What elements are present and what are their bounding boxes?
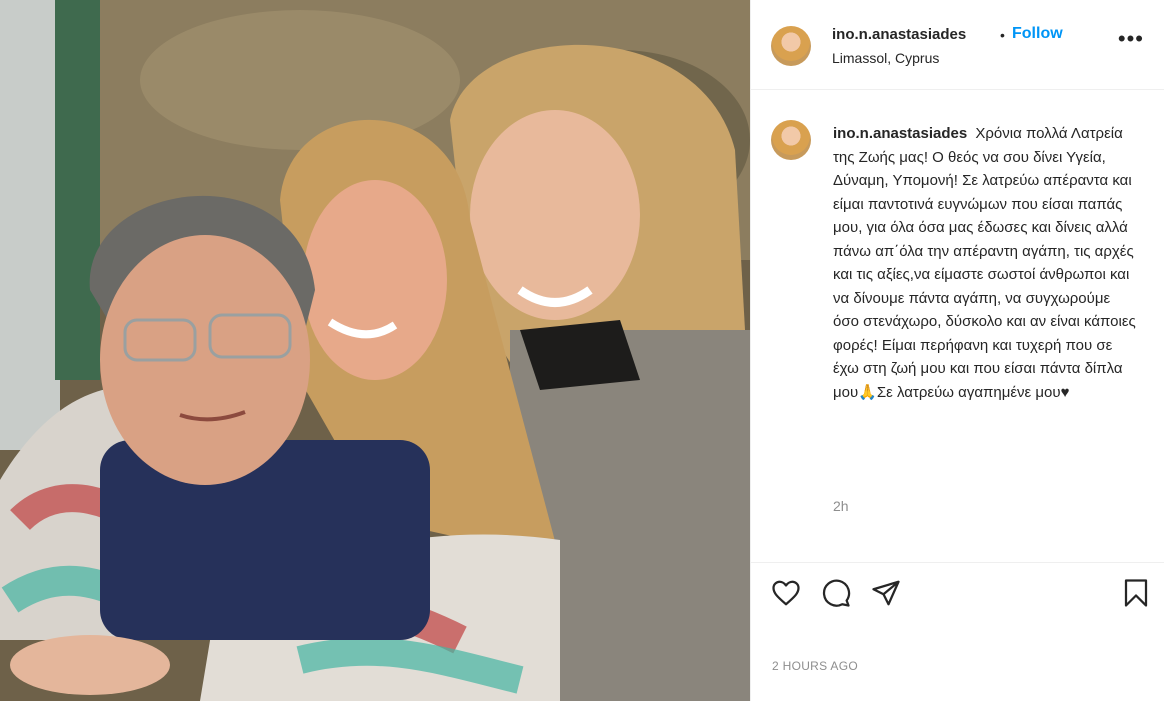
follow-button[interactable]: Follow [1012, 25, 1063, 43]
bookmark-icon[interactable] [1121, 578, 1151, 608]
comment-icon[interactable] [821, 578, 851, 608]
more-options-icon[interactable]: ••• [1118, 28, 1144, 50]
caption-timestamp[interactable]: 2h [833, 498, 849, 514]
instagram-post: ino.n.anastasiades • Follow Limassol, Cy… [0, 0, 1164, 701]
post-photo[interactable] [0, 0, 750, 701]
heart-icon[interactable] [771, 578, 801, 608]
post-photo-illustration [0, 0, 750, 701]
action-bar [751, 562, 1164, 622]
post-date[interactable]: 2 HOURS AGO [772, 659, 858, 673]
caption-author-avatar[interactable] [771, 120, 811, 160]
paper-plane-icon[interactable] [871, 578, 901, 608]
header-separator: • [1000, 27, 1005, 43]
author-avatar[interactable] [771, 26, 811, 66]
post-caption: ino.n.anastasiades Χρόνια πολλά Λατρεία … [833, 122, 1139, 404]
caption-text: Χρόνια πολλά Λατρεία της Ζωής μας! Ο θεό… [833, 125, 1136, 401]
post-header: ino.n.anastasiades • Follow Limassol, Cy… [751, 0, 1164, 90]
post-location[interactable]: Limassol, Cyprus [832, 50, 939, 66]
author-username[interactable]: ino.n.anastasiades [832, 26, 966, 43]
caption-username[interactable]: ino.n.anastasiades [833, 125, 967, 142]
post-side-panel: ino.n.anastasiades • Follow Limassol, Cy… [750, 0, 1164, 701]
comments-section: ino.n.anastasiades Χρόνια πολλά Λατρεία … [751, 90, 1164, 562]
